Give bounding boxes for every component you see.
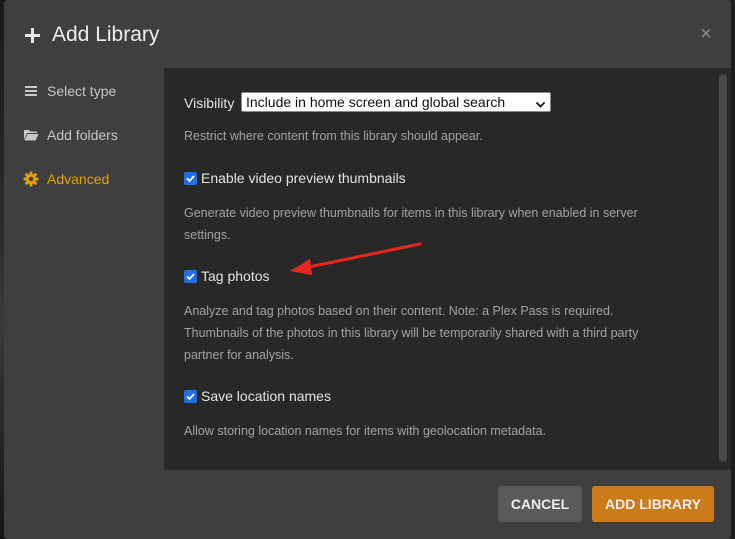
folder-icon <box>23 127 39 143</box>
tag-photos-checkbox[interactable] <box>184 270 197 283</box>
visibility-label: Visibility <box>184 95 235 111</box>
tag-photos-label[interactable]: Tag photos <box>201 268 270 284</box>
sidebar-item-select-type[interactable]: Select type <box>23 80 163 102</box>
scrollbar[interactable] <box>719 74 727 462</box>
add-library-button[interactable]: ADD LIBRARY <box>592 486 714 522</box>
cancel-button[interactable]: CANCEL <box>498 486 582 522</box>
video-preview-thumbnails-label[interactable]: Enable video preview thumbnails <box>201 170 406 186</box>
list-icon <box>23 83 39 99</box>
advanced-settings-panel: Visibility Include in home screen and gl… <box>164 68 731 470</box>
chevron-down-icon <box>535 97 546 108</box>
dialog-header: Add Library × <box>4 0 731 68</box>
sidebar-item-add-folders[interactable]: Add folders <box>23 124 163 146</box>
description-line: partner for analysis. <box>184 348 294 362</box>
save-location-names-checkbox[interactable] <box>184 390 197 403</box>
description-line: Thumbnails of the photos in this library… <box>184 326 639 340</box>
sidebar-item-advanced[interactable]: Advanced <box>23 168 163 190</box>
video-preview-thumbnails-checkbox[interactable] <box>184 172 197 185</box>
description-line: Analyze and tag photos based on their co… <box>184 304 614 318</box>
sidebar: Select type Add folders Advanced <box>4 68 164 470</box>
dialog-title: Add Library <box>52 23 160 46</box>
annotation-arrow-icon <box>290 242 422 275</box>
close-icon[interactable]: × <box>697 24 715 44</box>
description-line: settings. <box>184 228 231 242</box>
description-line: Generate video preview thumbnails for it… <box>184 206 638 220</box>
gear-icon <box>23 171 39 187</box>
save-location-names-description: Allow storing location names for items w… <box>184 420 699 442</box>
description-line: Allow storing location names for items w… <box>184 424 546 438</box>
visibility-select[interactable]: Include in home screen and global search <box>241 92 551 112</box>
visibility-description: Restrict where content from this library… <box>184 129 483 143</box>
plus-icon <box>25 28 40 43</box>
sidebar-item-label: Add folders <box>47 127 118 143</box>
video-preview-thumbnails-description: Generate video preview thumbnails for it… <box>184 202 699 246</box>
sidebar-item-label: Advanced <box>47 171 110 187</box>
sidebar-item-label: Select type <box>47 83 117 99</box>
visibility-selected-value: Include in home screen and global search <box>246 94 506 110</box>
save-location-names-label[interactable]: Save location names <box>201 388 331 404</box>
tag-photos-description: Analyze and tag photos based on their co… <box>184 300 699 366</box>
dialog-footer: CANCEL ADD LIBRARY <box>4 470 731 539</box>
